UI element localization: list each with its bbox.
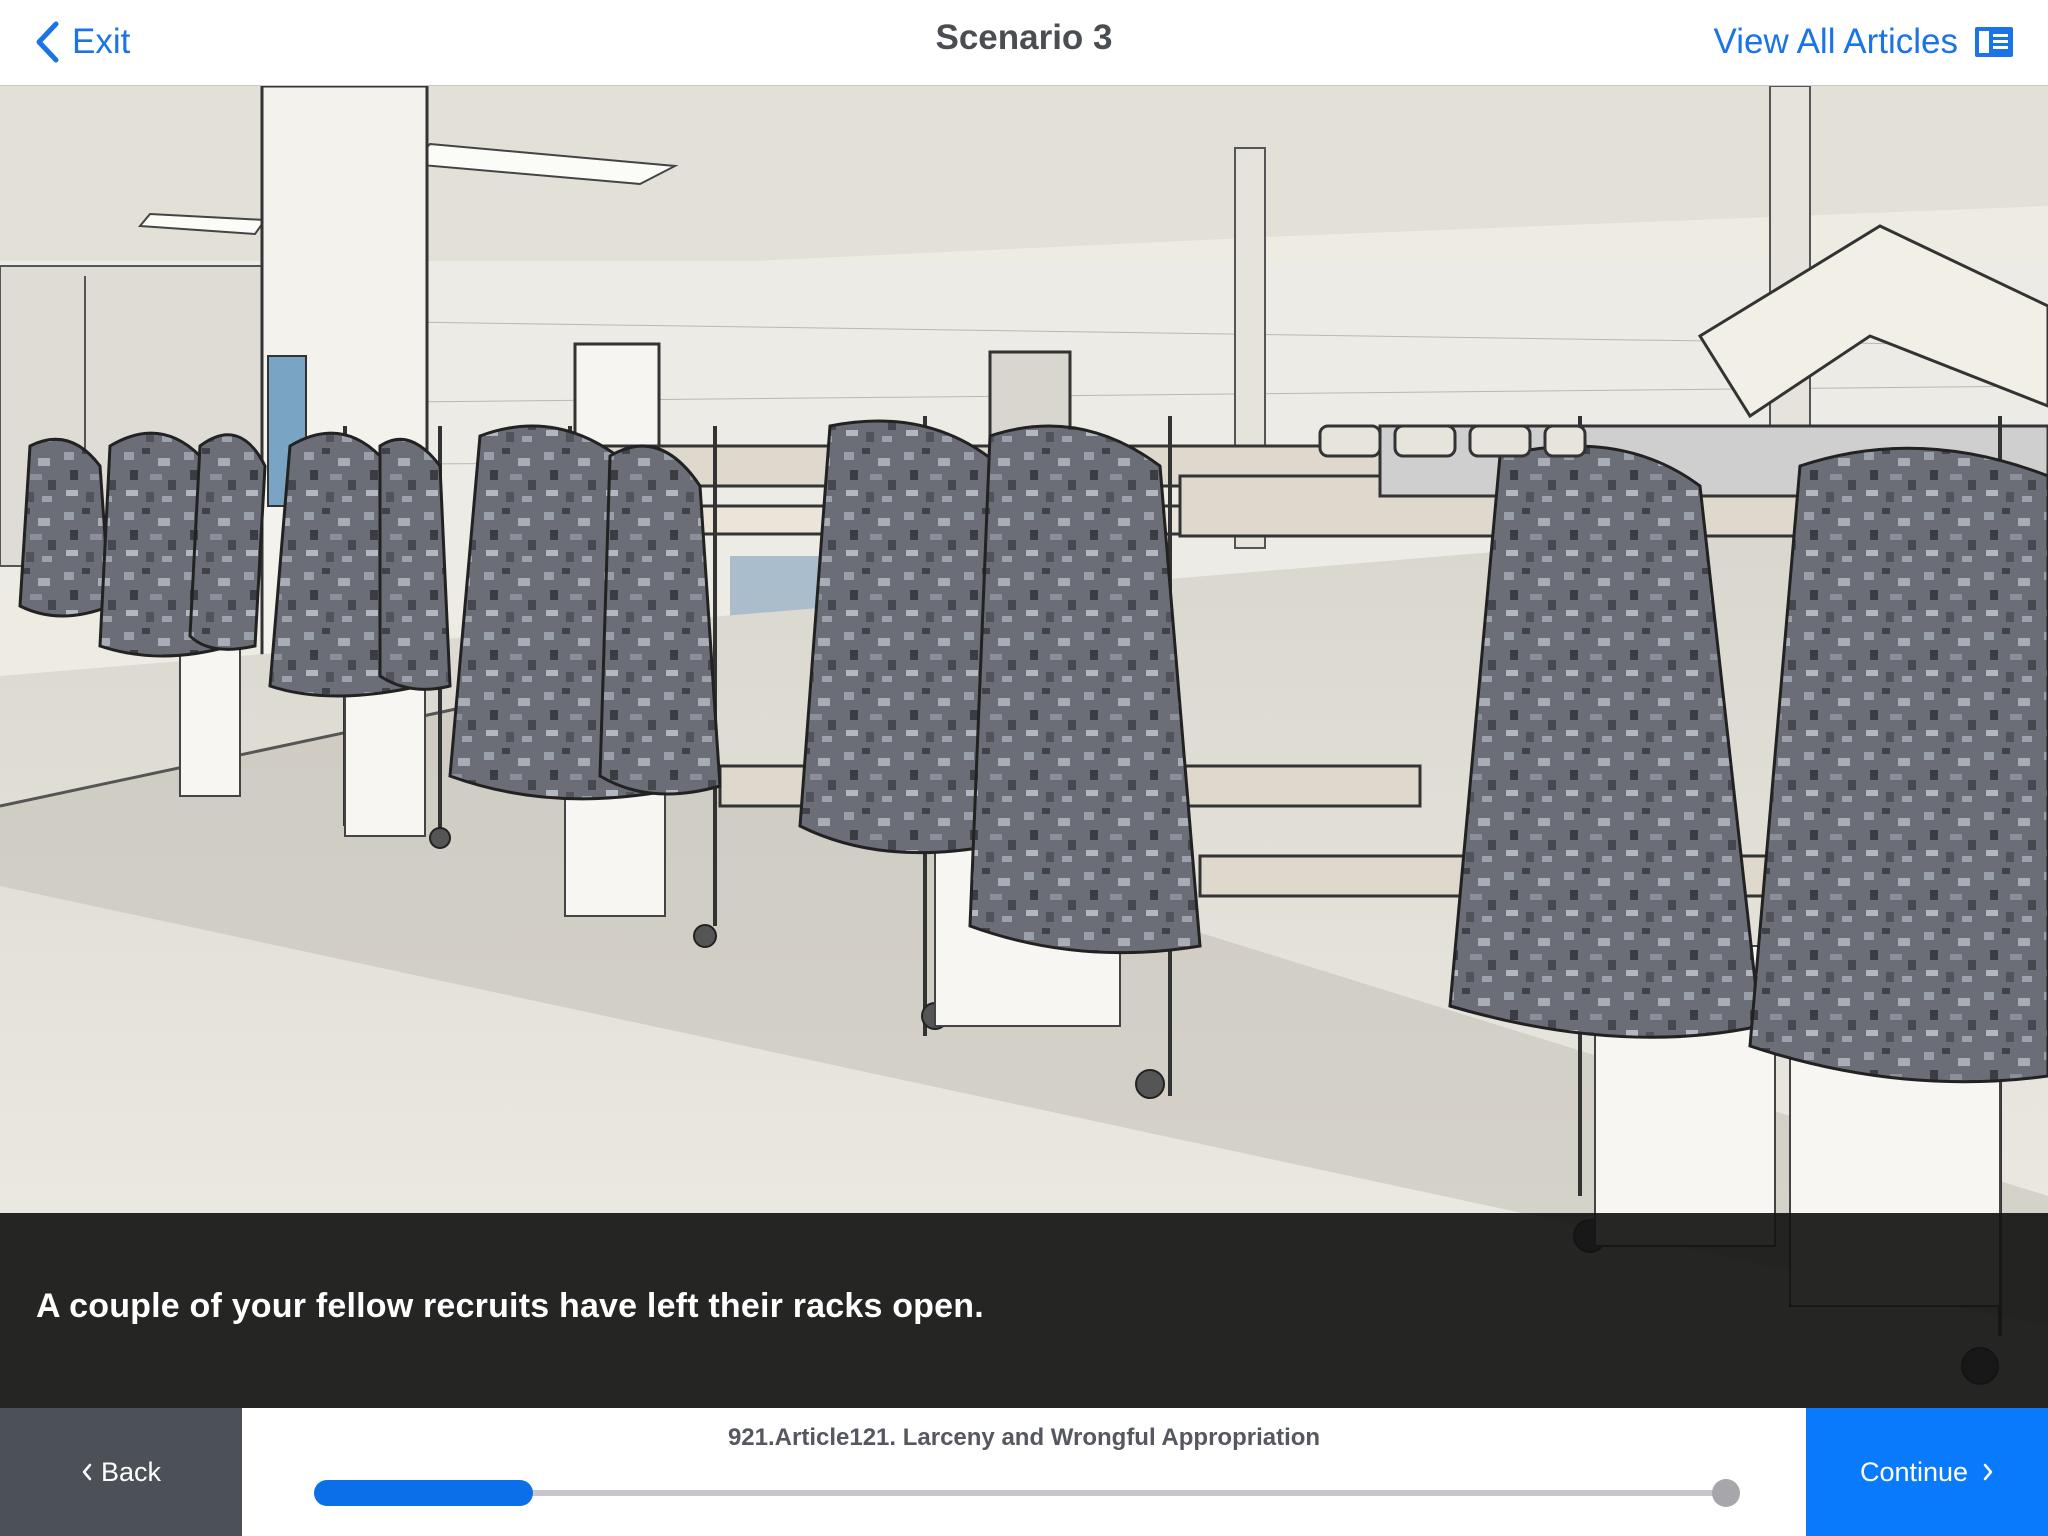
progress-bar[interactable]	[314, 1479, 1740, 1507]
chevron-left-icon	[36, 21, 59, 63]
view-all-articles-label: View All Articles	[1713, 22, 1958, 61]
continue-label: Continue	[1859, 1456, 1969, 1487]
view-all-articles-button[interactable]: View All Articles	[1714, 18, 2014, 66]
exit-label: Exit	[72, 22, 131, 61]
navigation-bar: Exit Scenario 3 View All Articles	[0, 0, 2048, 86]
back-button[interactable]: Back	[0, 1408, 242, 1536]
scenario-caption: A couple of your fellow recruits have le…	[0, 1213, 2048, 1408]
book-icon	[1975, 27, 2013, 57]
progress-fill	[314, 1480, 533, 1506]
chevron-right-small-icon	[1983, 1463, 1993, 1481]
scenario-illustration	[0, 86, 2048, 1408]
exit-button[interactable]: Exit	[34, 18, 130, 66]
progress-end-marker	[1712, 1479, 1740, 1507]
chapter-title: 921.Article121. Larceny and Wrongful App…	[727, 1424, 1321, 1451]
continue-button[interactable]: Continue	[1806, 1408, 2048, 1536]
chevron-left-small-icon	[82, 1463, 92, 1481]
bottom-bar: Back 921.Article121. Larceny and Wrongfu…	[0, 1408, 2048, 1536]
caption-text: A couple of your fellow recruits have le…	[36, 1287, 984, 1325]
back-label: Back	[100, 1456, 162, 1487]
